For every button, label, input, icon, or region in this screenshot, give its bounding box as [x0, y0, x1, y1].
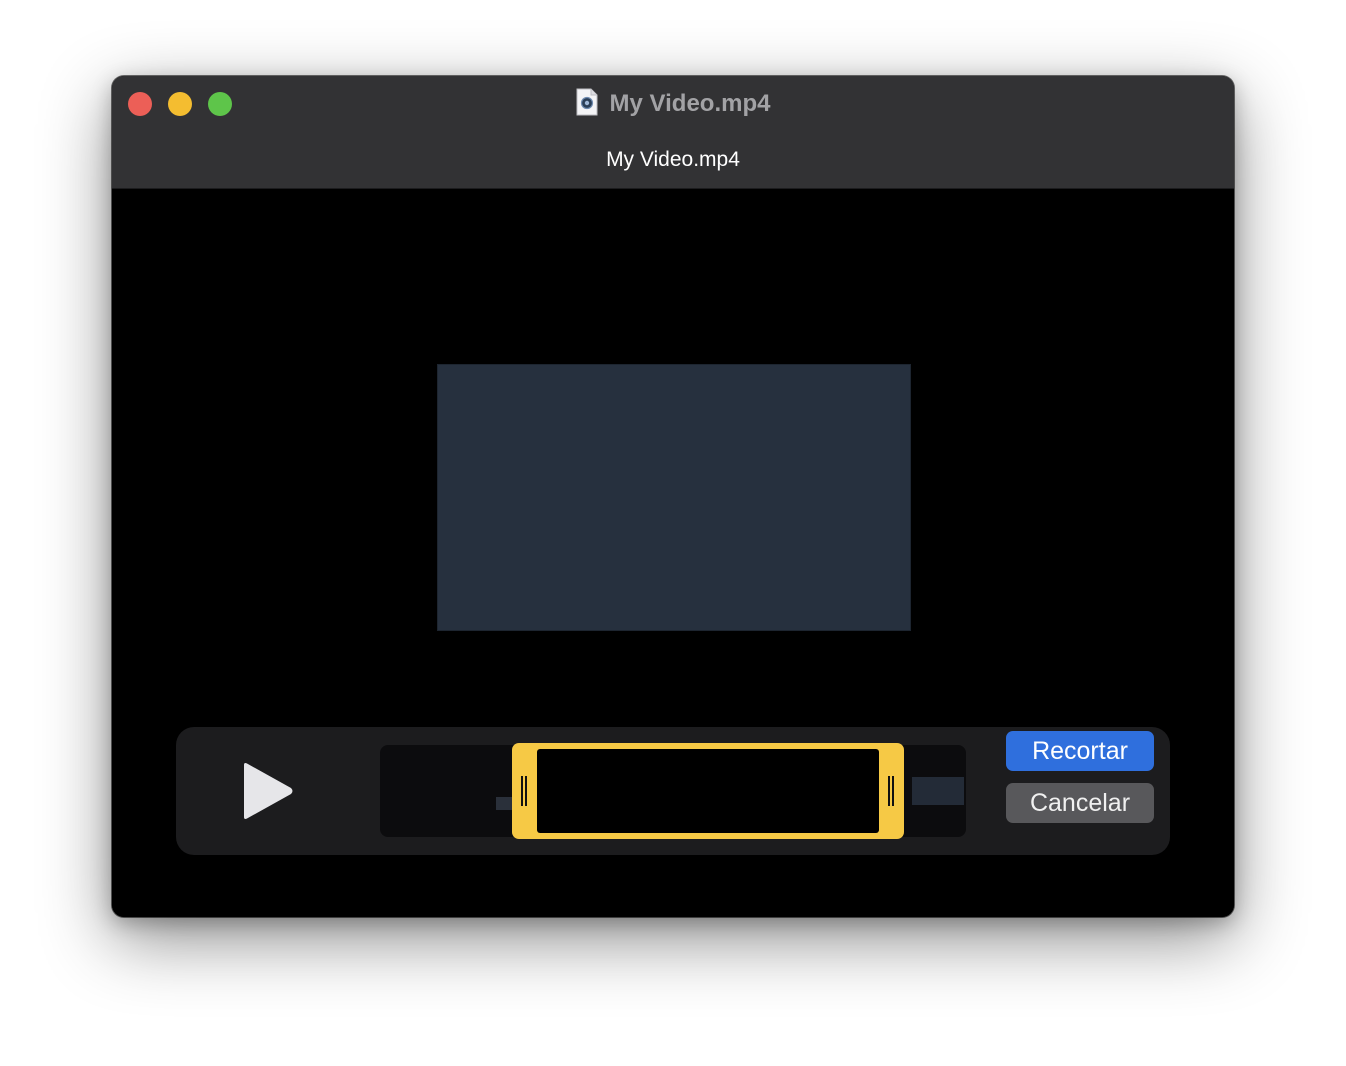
trim-controls-panel: Recortar Cancelar [176, 727, 1170, 855]
timeline-thumbnail [912, 777, 964, 805]
document-subtitle: My Video.mp4 [606, 148, 740, 171]
video-area: Recortar Cancelar [112, 189, 1234, 917]
grip-icon [888, 776, 894, 806]
play-icon [244, 763, 293, 819]
window-title-text: My Video.mp4 [609, 90, 771, 117]
trim-end-handle[interactable] [879, 743, 904, 839]
trim-selection-region [537, 749, 879, 833]
quicktime-window: My Video.mp4 My Video.mp4 Recortar Cance… [112, 76, 1234, 917]
grip-icon [521, 776, 527, 806]
video-frame [438, 365, 910, 630]
video-document-icon[interactable] [576, 88, 598, 116]
title-bar: My Video.mp4 My Video.mp4 [112, 76, 1234, 189]
trim-timeline[interactable] [380, 743, 966, 839]
window-title: My Video.mp4 [112, 88, 1234, 119]
trim-button[interactable]: Recortar [1006, 731, 1154, 771]
trim-selection[interactable] [512, 743, 904, 839]
play-button[interactable] [238, 761, 298, 821]
cancel-button[interactable]: Cancelar [1006, 783, 1154, 823]
trim-start-handle[interactable] [512, 743, 537, 839]
